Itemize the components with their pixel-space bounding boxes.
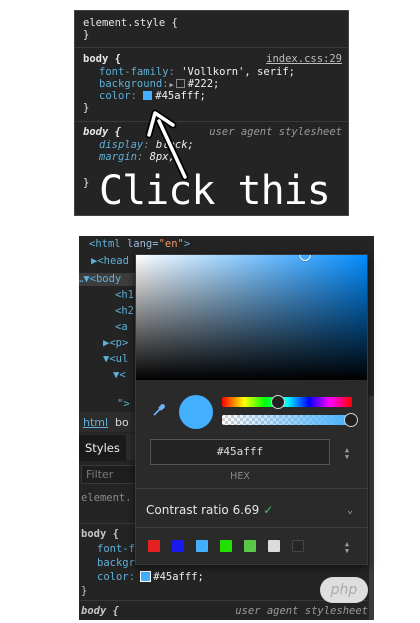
decl-prop: color xyxy=(99,90,131,102)
decl-background[interactable]: backgr xyxy=(97,557,135,570)
color-picker-popover: #45afff ▲ ▼ HEX Contrast ratio 6.69 ✓ ⌄ ▲ ▼ xyxy=(135,254,368,565)
color-preview-swatch xyxy=(179,395,213,429)
hex-format-label: HEX xyxy=(230,471,250,482)
dom-node-p[interactable]: ▶<p> xyxy=(103,337,128,350)
tag-bracket: > xyxy=(183,238,191,250)
decl-prop: display xyxy=(99,139,144,151)
tab-styles[interactable]: Styles xyxy=(79,435,126,461)
decl-prop: color xyxy=(97,571,129,583)
decl-prop: backgr xyxy=(97,557,135,569)
decl-value: #45afff; xyxy=(153,571,204,583)
body-rule-close: } xyxy=(83,102,90,114)
dom-node-h2[interactable]: <h2 xyxy=(115,305,134,318)
color-swatch-dark[interactable] xyxy=(175,79,185,88)
decl-prop: font-family xyxy=(99,66,169,78)
palette-swatch[interactable] xyxy=(244,540,256,552)
palette-swatch[interactable] xyxy=(172,540,184,552)
click-this-annotation: Click this xyxy=(99,168,331,214)
rule-divider xyxy=(75,47,348,48)
element-style-selector: element.style { xyxy=(83,17,178,29)
decl-prop: margin xyxy=(99,151,137,163)
ua-source: user agent stylesheet xyxy=(209,126,342,138)
palette-swatch[interactable] xyxy=(268,540,280,552)
ua-rule-selector: body { xyxy=(83,126,121,138)
decl-font-family[interactable]: font-family: 'Vollkorn', serif; xyxy=(99,66,295,78)
alpha-slider-knob[interactable] xyxy=(344,413,358,427)
panel-edge xyxy=(369,396,374,620)
color-swatch-blue[interactable] xyxy=(143,91,153,100)
dom-node-ul[interactable]: ▼<ul xyxy=(103,353,128,366)
element-style-close: } xyxy=(83,29,90,41)
source-link[interactable]: index.css:29 xyxy=(266,53,342,65)
hue-slider-knob[interactable] xyxy=(271,395,285,409)
palette-stepper[interactable]: ▲ ▼ xyxy=(342,541,352,555)
alpha-slider[interactable] xyxy=(222,415,352,425)
palette-swatch[interactable] xyxy=(220,540,232,552)
picker-divider xyxy=(136,527,367,528)
dom-node-h1[interactable]: <h1 xyxy=(115,289,134,302)
attr-value: "en" xyxy=(158,238,184,250)
picker-divider xyxy=(136,488,367,489)
color-spectrum[interactable] xyxy=(136,255,367,380)
ua-rule-selector: body { xyxy=(81,605,119,617)
color-swatch-blue[interactable] xyxy=(140,571,152,582)
palette-swatch[interactable] xyxy=(148,540,160,552)
watermark-logo: php xyxy=(320,577,368,603)
decl-font-family[interactable]: font-f xyxy=(97,543,135,556)
decl-color[interactable]: color: #45afff; xyxy=(97,571,204,584)
dom-node-a[interactable]: <a xyxy=(115,321,128,334)
ua-source: user agent stylesheet xyxy=(235,605,368,617)
breadcrumb-html[interactable]: html xyxy=(83,416,108,429)
dom-node-text: "> xyxy=(117,398,130,410)
body-rule-selector: body { xyxy=(83,53,121,65)
decl-value: 'Vollkorn', serif; xyxy=(181,66,295,78)
format-stepper[interactable]: ▲ ▼ xyxy=(342,447,352,461)
checkmark-icon: ✓ xyxy=(263,503,274,517)
attr-name: lang= xyxy=(120,238,159,250)
tag-name: html xyxy=(95,238,121,250)
ua-rule-close: } xyxy=(83,177,90,189)
chevron-down-icon[interactable]: ⌄ xyxy=(347,505,353,516)
body-rule-selector: body { xyxy=(81,528,119,540)
hex-input[interactable]: #45afff xyxy=(150,439,330,465)
palette-swatch[interactable] xyxy=(292,540,304,552)
eyedropper-icon[interactable] xyxy=(152,403,166,417)
breadcrumb-body[interactable]: bo xyxy=(115,416,129,429)
decl-value: #222; xyxy=(187,78,220,90)
contrast-ratio-text: Contrast ratio 6.69 xyxy=(146,503,260,517)
decl-prop: background xyxy=(99,78,163,90)
contrast-ratio[interactable]: Contrast ratio 6.69 ✓ xyxy=(146,503,273,517)
hue-slider[interactable] xyxy=(222,397,352,407)
filter-input[interactable]: Filter xyxy=(81,465,137,484)
rule-divider xyxy=(75,121,348,122)
dom-node-body[interactable]: …▼<body xyxy=(79,273,121,286)
palette-swatch[interactable] xyxy=(196,540,208,552)
decl-prop: font-f xyxy=(97,543,135,555)
decl-color[interactable]: color: #45afff; xyxy=(99,90,206,102)
element-style-selector: element. xyxy=(81,492,132,504)
dom-node-li[interactable]: ▼< xyxy=(113,369,126,382)
body-rule-close: } xyxy=(81,585,88,597)
dom-node-html[interactable]: <html lang="en"> xyxy=(89,238,190,251)
dom-node-head[interactable]: ▶<head xyxy=(91,255,129,268)
styles-panel-top: element.style { } body { index.css:29 fo… xyxy=(74,10,349,216)
decl-value: #45afff; xyxy=(155,90,206,102)
